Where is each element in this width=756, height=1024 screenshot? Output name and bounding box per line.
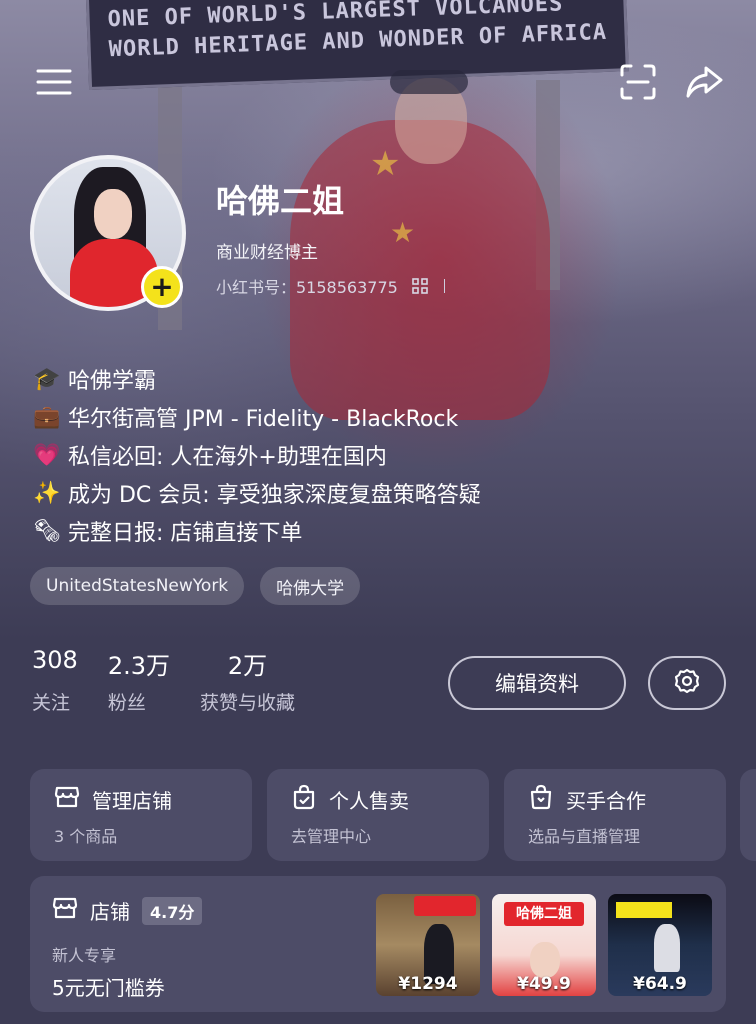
service-title: 管理店铺 — [92, 788, 172, 813]
bio-line: 💗 私信必回: 人在海外+助理在国内 — [32, 436, 481, 474]
bio-text: 成为 DC 会员: 享受独家深度复盘策略答疑 — [68, 483, 481, 508]
buyer-cooperation-card[interactable]: 买手合作 选品与直播管理 — [504, 769, 726, 861]
product-image — [530, 942, 560, 978]
service-title: 买手合作 — [566, 788, 646, 813]
stat-value: 2万 — [227, 652, 268, 680]
profile-role: 商业财经博主 — [216, 243, 318, 263]
add-avatar-icon[interactable]: + — [141, 266, 183, 308]
service-card-more[interactable] — [740, 769, 756, 861]
profile-stats: 308 关注 2.3万 粉丝 2万 获赞与收藏 — [32, 646, 325, 715]
stat-following[interactable]: 308 关注 — [32, 646, 78, 715]
bio-text: 私信必回: 人在海外+助理在国内 — [68, 445, 387, 470]
store-icon — [54, 785, 80, 814]
share-arrow-icon[interactable] — [680, 58, 728, 106]
profile-id: 小红书号：5158563775 — [216, 274, 445, 298]
product-thumbnail[interactable]: 哈佛二姐 ¥49.9 — [492, 894, 596, 996]
manage-store-card[interactable]: 管理店铺 3 个商品 — [30, 769, 252, 861]
scan-icon[interactable] — [614, 58, 662, 106]
product-price: ¥1294 — [398, 974, 458, 994]
bio-text: 完整日报: 店铺直接下单 — [68, 521, 303, 546]
profile-name: 哈佛二姐 — [216, 182, 345, 220]
edit-profile-button[interactable]: 编辑资料 — [448, 656, 626, 710]
sparkles-icon: ✨ — [33, 480, 61, 506]
stat-label: 获赞与收藏 — [199, 692, 295, 714]
service-subtitle: 3 个商品 — [54, 827, 118, 846]
bag-icon — [291, 784, 317, 815]
store-coupon[interactable]: 5元无门槛券 — [52, 972, 165, 1001]
stat-value: 308 — [32, 646, 78, 674]
heart-icon: 💗 — [33, 442, 61, 468]
briefcase-icon: 💼 — [33, 404, 61, 430]
product-badge — [616, 902, 672, 918]
product-image — [654, 924, 680, 972]
store-title: 店铺 — [90, 900, 130, 924]
tag-school[interactable]: 哈佛大学 — [260, 567, 361, 605]
bio: 🎓 哈佛学霸 💼 华尔街高管 JPM - Fidelity - BlackRoc… — [32, 360, 481, 550]
settings-button[interactable] — [648, 656, 726, 710]
product-price: ¥64.9 — [633, 974, 687, 994]
top-bar — [0, 52, 756, 112]
bio-line: 🎓 哈佛学霸 — [32, 360, 481, 398]
profile-id-text: 小红书号：5158563775 — [216, 278, 398, 297]
qr-code-icon[interactable] — [412, 278, 428, 294]
bio-line: ✨ 成为 DC 会员: 享受独家深度复盘策略答疑 — [32, 474, 481, 512]
product-badge — [414, 896, 476, 916]
product-price: ¥49.9 — [517, 974, 571, 994]
graduation-cap-icon: 🎓 — [33, 366, 61, 392]
bio-line: 💼 华尔街高管 JPM - Fidelity - BlackRock — [32, 398, 481, 436]
divider — [443, 279, 445, 293]
store-icon — [52, 896, 78, 925]
store-card[interactable]: 店铺 4.7分 新人专享 5元无门槛券 ¥1294 哈佛二姐 ¥49.9 ¥64… — [30, 876, 726, 1012]
product-thumbnail[interactable]: ¥1294 — [376, 894, 480, 996]
store-newcomer-label: 新人专享 — [52, 946, 117, 965]
bio-text: 华尔街高管 JPM - Fidelity - BlackRock — [68, 407, 459, 432]
bio-text: 哈佛学霸 — [68, 369, 157, 394]
newspaper-icon: 🗞 — [33, 518, 61, 544]
product-thumbnail[interactable]: ¥64.9 — [608, 894, 712, 996]
profile-tags: UnitedStatesNewYork 哈佛大学 — [30, 567, 361, 605]
product-banner: 哈佛二姐 — [504, 902, 584, 926]
stat-label: 粉丝 — [107, 692, 146, 714]
stat-likes-collections[interactable]: 2万 获赞与收藏 — [200, 646, 295, 715]
buyer-bag-icon — [528, 784, 554, 815]
gear-icon — [674, 668, 700, 698]
stat-followers[interactable]: 2.3万 粉丝 — [108, 646, 170, 715]
service-subtitle: 选品与直播管理 — [528, 827, 641, 846]
personal-sales-card[interactable]: 个人售卖 去管理中心 — [267, 769, 489, 861]
bio-line: 🗞 完整日报: 店铺直接下单 — [32, 512, 481, 550]
stat-label: 关注 — [32, 692, 71, 714]
service-title: 个人售卖 — [329, 788, 409, 813]
avatar[interactable]: + — [30, 155, 186, 311]
hamburger-icon[interactable] — [30, 58, 78, 106]
store-score-badge: 4.7分 — [142, 896, 203, 925]
stat-value: 2.3万 — [107, 652, 170, 680]
service-subtitle: 去管理中心 — [291, 827, 372, 846]
tag-location[interactable]: UnitedStatesNewYork — [30, 567, 245, 605]
